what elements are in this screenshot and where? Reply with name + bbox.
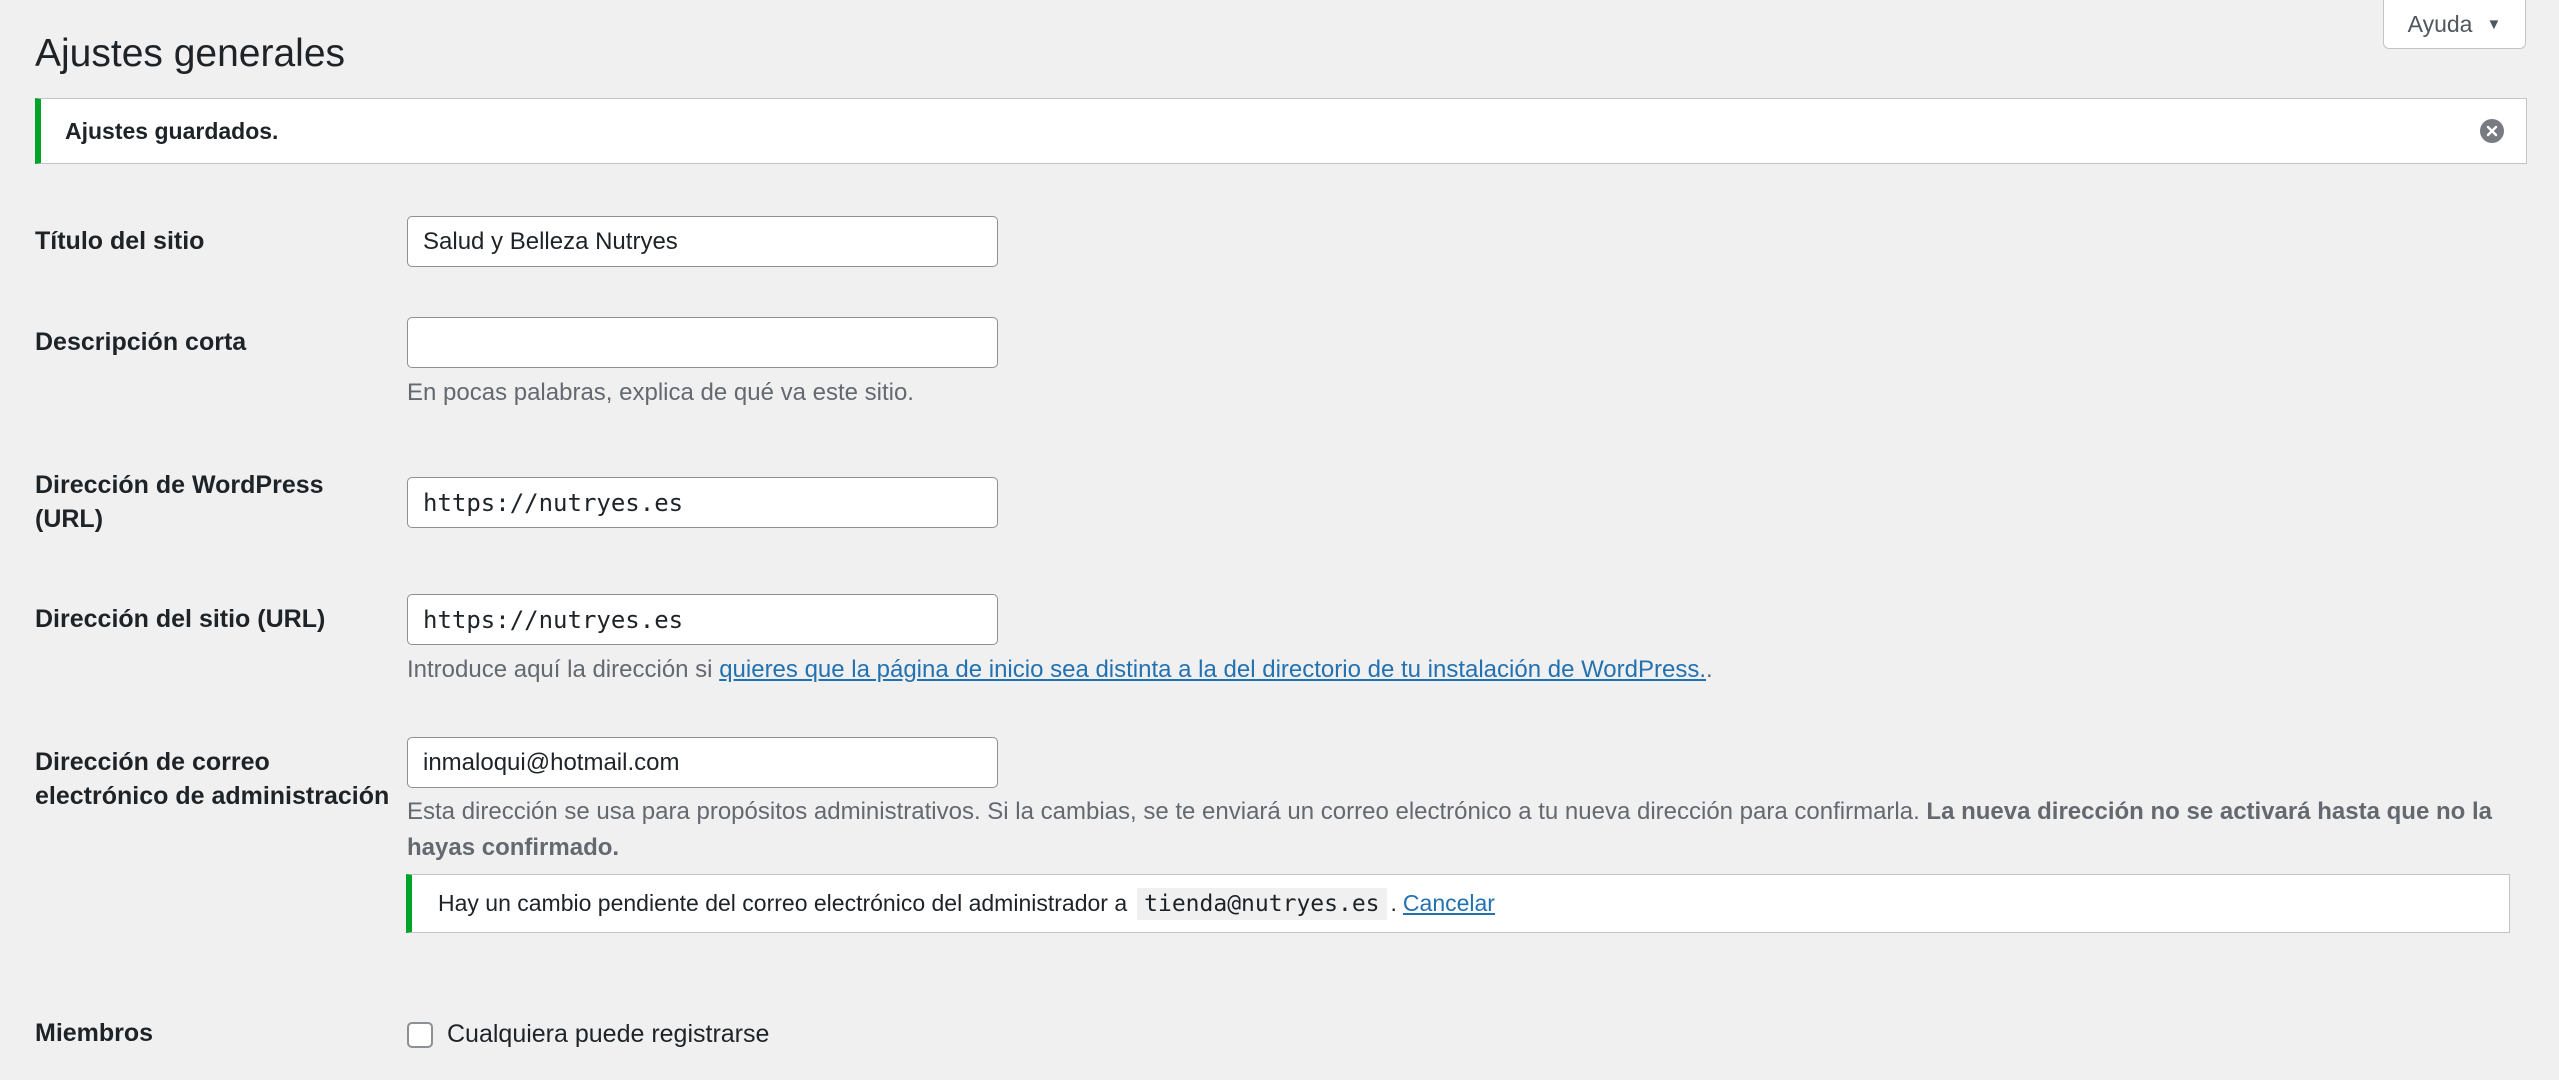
site-address-value: https://nutryes.es <box>423 605 684 634</box>
settings-saved-notice: Ajustes guardados. <box>35 98 2527 164</box>
membership-label: Miembros <box>35 1019 154 1047</box>
tagline-label: Descripción corta <box>35 328 247 356</box>
site-address-description: Introduce aquí la dirección si quieres q… <box>407 652 1713 688</box>
admin-email-value: inmaloqui@hotmail.com <box>423 748 680 776</box>
wp-address-input[interactable]: https://nutryes.es <box>407 477 998 528</box>
admin-email-input[interactable]: inmaloqui@hotmail.com <box>407 737 998 788</box>
site-title-label: Título del sitio <box>35 227 205 255</box>
site-address-help-link[interactable]: quieres que la página de inicio sea dist… <box>719 656 1706 683</box>
notice-text: Ajustes guardados. <box>65 117 279 144</box>
help-tab-label: Ayuda <box>2407 10 2473 37</box>
help-tab-button[interactable]: Ayuda ▼ <box>2383 0 2526 49</box>
pending-email-notice: Hay un cambio pendiente del correo elect… <box>406 874 2510 933</box>
site-address-desc-prefix: Introduce aquí la dirección si <box>407 656 720 683</box>
general-settings-page: Ayuda ▼ Ajustes generales Ajustes guarda… <box>0 0 2559 1080</box>
admin-email-desc-text: Esta dirección se usa para propósitos ad… <box>407 798 1920 825</box>
caret-down-icon: ▼ <box>2486 15 2502 33</box>
site-title-value: Salud y Belleza Nutryes <box>423 227 678 255</box>
site-address-input[interactable]: https://nutryes.es <box>407 594 998 645</box>
dismiss-icon[interactable] <box>2480 119 2504 143</box>
tagline-description: En pocas palabras, explica de qué va est… <box>407 379 914 406</box>
close-icon <box>2486 125 2498 137</box>
membership-checkbox-row[interactable]: Cualquiera puede registrarse <box>407 1020 769 1049</box>
admin-email-label-line2: electrónico de administración <box>35 782 390 810</box>
site-address-desc-suffix: . <box>1706 656 1713 683</box>
wp-address-label: Dirección de WordPress (URL) <box>35 468 324 536</box>
site-title-input[interactable]: Salud y Belleza Nutryes <box>407 216 998 267</box>
site-address-label: Dirección del sitio (URL) <box>35 605 326 633</box>
admin-email-label: Dirección de correo electrónico de admin… <box>35 745 389 813</box>
admin-email-label-line1: Dirección de correo <box>35 748 270 776</box>
admin-email-description: Esta dirección se usa para propósitos ad… <box>407 794 2527 866</box>
cancel-pending-email-link[interactable]: Cancelar <box>1403 890 1495 917</box>
membership-checkbox[interactable] <box>407 1021 433 1048</box>
wp-address-label-line2: (URL) <box>35 505 104 533</box>
page-title: Ajustes generales <box>35 32 346 75</box>
tagline-input[interactable] <box>407 317 998 368</box>
pending-email-separator: . <box>1390 890 1397 916</box>
membership-checkbox-label[interactable]: Cualquiera puede registrarse <box>447 1020 769 1049</box>
wp-address-value: https://nutryes.es <box>423 488 684 517</box>
pending-email-text: Hay un cambio pendiente del correo elect… <box>438 890 1128 916</box>
wp-address-label-line1: Dirección de WordPress <box>35 471 324 499</box>
pending-email-address: tienda@nutryes.es <box>1137 887 1387 920</box>
